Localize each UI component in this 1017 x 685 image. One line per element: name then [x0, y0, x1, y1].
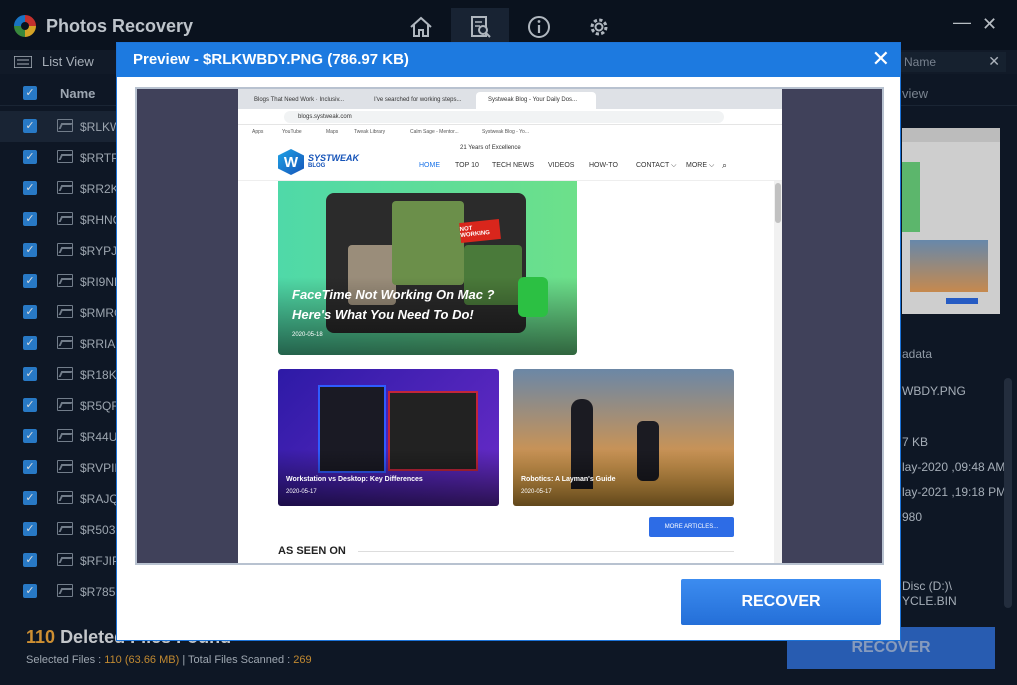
- browser-scrollbar: [774, 181, 782, 563]
- article-title: Workstation vs Desktop: Key Differences: [286, 476, 423, 483]
- preview-frame: Blogs That Need Work · Inclusiv... I've …: [135, 87, 884, 565]
- browser-tab-active: Systweak Blog - Your Daily Dos...: [476, 92, 596, 109]
- featured-title-line-1: FaceTime Not Working On Mac ?: [292, 287, 495, 302]
- bookmark: Maps: [326, 129, 339, 135]
- browser-address-bar: blogs.systweak.com: [238, 109, 782, 125]
- featured-date: 2020-05-18: [292, 332, 323, 338]
- dialog-header: Preview - $RLKWBDY.PNG (786.97 KB) ✕: [117, 43, 900, 77]
- divider: [358, 551, 734, 552]
- more-articles-button: MORE ARTICLES...: [649, 517, 734, 537]
- bookmark: Calm Sage - Mentor...: [410, 129, 459, 135]
- bookmark: YouTube: [282, 129, 302, 135]
- featured-article-card: NOT WORKING FaceTime Not Working On Mac …: [278, 181, 577, 355]
- facetime-icon: [518, 277, 548, 317]
- browser-tab: I've searched for working steps...: [374, 97, 462, 103]
- article-date: 2020-05-17: [286, 489, 317, 495]
- site-name: SYSTWEAK: [308, 153, 360, 163]
- browser-url: blogs.systweak.com: [284, 111, 724, 123]
- site-menu-item: VIDEOS: [548, 162, 575, 169]
- site-header: W SYSTWEAK BLOG 21 Years of Excellence H…: [238, 139, 782, 181]
- featured-title-line-2: Here's What You Need To Do!: [292, 307, 474, 322]
- site-tagline: 21 Years of Excellence: [460, 145, 521, 151]
- preview-dialog: Preview - $RLKWBDY.PNG (786.97 KB) ✕ Blo…: [116, 42, 901, 641]
- bookmark: Tweak Library: [354, 129, 386, 135]
- site-menu-item: TECH NEWS: [492, 162, 534, 169]
- article-date: 2020-05-17: [521, 489, 552, 495]
- site-menu-item: HOW-TO: [589, 162, 618, 169]
- article-card-robotics: Robotics: A Layman's Guide 2020-05-17: [513, 369, 734, 506]
- bookmarks-bar: Apps YouTube Maps Tweak Library Calm Sag…: [238, 125, 782, 139]
- site-sub: BLOG: [308, 163, 326, 169]
- bookmark: Apps: [252, 129, 264, 135]
- site-menu-item: HOME: [419, 162, 440, 169]
- article-card-workstation: Workstation vs Desktop: Key Differences …: [278, 369, 499, 506]
- site-search-icon: ⌕: [722, 160, 728, 170]
- site-menu-item: CONTACT ⌵: [636, 162, 677, 169]
- article-title: Robotics: A Layman's Guide: [521, 476, 616, 483]
- site-logo-icon: W: [278, 149, 304, 175]
- close-icon[interactable]: ✕: [872, 47, 890, 71]
- dialog-title: Preview - $RLKWBDY.PNG (786.97 KB): [133, 51, 409, 68]
- not-working-badge: NOT WORKING: [459, 218, 501, 244]
- bookmark: Systweak Blog - Yo...: [482, 129, 529, 135]
- as-seen-on-heading: AS SEEN ON: [278, 545, 346, 557]
- site-menu-item: TOP 10: [455, 162, 479, 169]
- preview-image: Blogs That Need Work · Inclusiv... I've …: [238, 89, 782, 563]
- app-window: Photos Recovery — ✕ List View Name ✕ ✓ N…: [0, 0, 1017, 685]
- browser-tab: Blogs That Need Work · Inclusiv...: [254, 97, 345, 103]
- browser-tab-strip: Blogs That Need Work · Inclusiv... I've …: [238, 89, 782, 109]
- site-menu-item: MORE ⌵: [686, 162, 715, 169]
- recover-button[interactable]: RECOVER: [681, 579, 881, 625]
